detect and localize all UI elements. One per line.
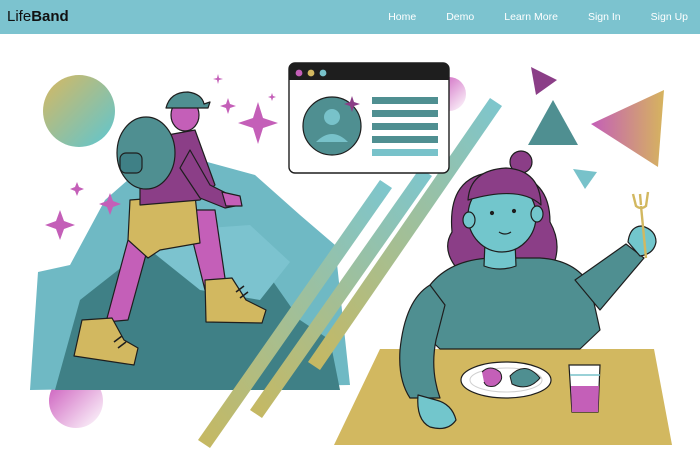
hero-illustration bbox=[0, 34, 700, 450]
profile-card-icon bbox=[288, 62, 450, 174]
nav-home-link[interactable]: Home bbox=[388, 11, 416, 23]
brand-suffix: Band bbox=[31, 8, 69, 25]
top-navbar: LifeBand Home Demo Learn More Sign In Si… bbox=[0, 0, 700, 34]
hero-svg bbox=[30, 62, 672, 448]
nav-sign-up-link[interactable]: Sign Up bbox=[651, 11, 688, 23]
triangle-icon bbox=[528, 67, 664, 189]
brand-logo[interactable]: LifeBand bbox=[7, 8, 69, 25]
nav-learn-more-link[interactable]: Learn More bbox=[504, 11, 558, 23]
shrimp-plate-icon bbox=[460, 361, 552, 399]
gradient-orb-icon bbox=[43, 75, 115, 147]
nav-sign-in-link[interactable]: Sign In bbox=[588, 11, 621, 23]
nav-demo-link[interactable]: Demo bbox=[446, 11, 474, 23]
nav-links: Home Demo Learn More Sign In Sign Up bbox=[358, 0, 688, 34]
drink-glass-icon bbox=[568, 364, 601, 413]
brand-prefix: Life bbox=[7, 8, 32, 25]
